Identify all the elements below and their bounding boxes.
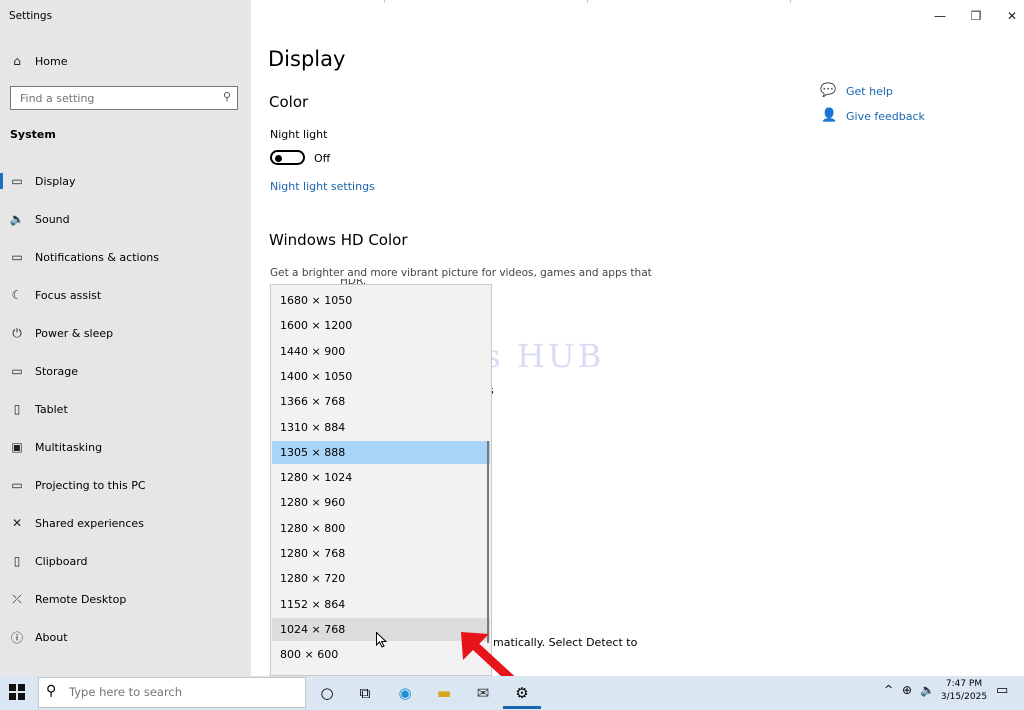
night-light-state: Off [314,152,331,165]
resolution-option[interactable]: 1440 × 900 [272,340,490,363]
night-light-settings-link[interactable]: Night light settings [270,180,375,193]
night-light-label: Night light [270,128,328,141]
sidebar-item-clipboard[interactable]: ▯ Clipboard [0,542,251,580]
window-title: Settings [9,10,53,22]
notification-icon: ▭ [11,250,23,264]
task-view-icon[interactable]: ⧉ [352,680,378,706]
home-icon: ⌂ [13,54,21,68]
tablet-icon: ▯ [13,402,21,416]
search-icon: ⚲ [46,683,57,699]
sidebar-item-projecting-to-this-pc[interactable]: ▭ Projecting to this PC [0,466,251,504]
edge-icon[interactable]: ◉ [392,680,418,706]
give-feedback-link[interactable]: Give feedback [846,110,925,123]
settings-gear-icon[interactable]: ⚙ [509,680,535,706]
sidebar-item-label: Display [35,174,76,188]
sidebar-item-label: About [35,630,68,644]
file-explorer-icon[interactable]: ▬ [431,680,457,706]
chevron-up-icon[interactable]: ^ [884,683,893,696]
sidebar-item-tablet[interactable]: ▯ Tablet [0,390,251,428]
color-heading: Color [269,93,309,111]
power-icon: ⏻ [12,325,22,340]
resolution-option[interactable]: 1280 × 1024 [272,466,490,489]
remote-desktop-icon: ⤫ [12,591,22,606]
resolution-option[interactable]: 1366 × 768 [272,390,490,413]
find-setting-input[interactable] [18,87,212,109]
resolution-option[interactable]: 1680 × 1050 [272,289,490,312]
sidebar-item-multitasking[interactable]: ▣ Multitasking [0,428,251,466]
sidebar-item-remote-desktop[interactable]: ⤫ Remote Desktop [0,580,251,618]
sidebar-item-shared-experiences[interactable]: ✕ Shared experiences [0,504,251,542]
sidebar-item-focus-assist[interactable]: ☾ Focus assist [0,276,251,314]
get-help-link[interactable]: Get help [846,85,893,98]
windows-start-icon[interactable] [9,684,25,700]
sidebar-item-display[interactable]: ▭ Display [0,162,251,200]
taskbar-search[interactable]: ⚲ [38,677,306,708]
minimize-button[interactable]: — [930,6,950,26]
sidebar-item-label: Clipboard [35,554,88,568]
sidebar-item-label: Storage [35,364,79,378]
resolution-option[interactable]: 1280 × 800 [272,517,490,540]
taskbar-search-input[interactable] [67,684,271,700]
dropdown-scrollbar[interactable] [487,441,489,643]
globe-network-icon[interactable]: ⊕ [902,683,912,697]
taskbar-clock[interactable]: 7:47 PM 3/15/2025 [940,678,988,704]
sidebar-item-sound[interactable]: 🔈 Sound [0,200,251,238]
sidebar-item-storage[interactable]: ▭ Storage [0,352,251,390]
resolution-option[interactable]: 1305 × 888 [272,440,490,464]
resolution-option[interactable]: 1310 × 884 [272,416,490,439]
hd-color-description: Get a brighter and more vibrant picture … [270,267,652,279]
clock-date: 3/15/2025 [940,692,988,702]
night-light-toggle[interactable] [270,150,305,165]
sidebar-item-power-sleep[interactable]: ⏻ Power & sleep [0,314,251,352]
resolution-option[interactable]: 1152 × 864 [272,593,490,616]
cortana-icon[interactable]: ○ [314,680,340,706]
clipboard-icon: ▯ [13,554,21,568]
action-center-icon[interactable]: ▭ [996,683,1008,698]
speaker-icon: 🔈 [9,212,25,226]
sidebar-home[interactable]: ⌂ Home [0,42,251,80]
section-label-system: System [10,128,56,141]
home-label: Home [35,54,68,68]
storage-icon: ▭ [11,364,23,378]
toggle-knob [275,154,282,162]
resolution-option[interactable]: 1400 × 1050 [272,365,490,388]
search-icon: ⚲ [222,90,231,103]
close-button[interactable]: ✕ [1002,6,1022,26]
volume-icon[interactable]: 🔈 [920,683,935,697]
sidebar-item-label: Projecting to this PC [35,478,146,492]
active-app-indicator [503,706,541,709]
hd-color-heading: Windows HD Color [269,231,408,249]
find-setting-search[interactable]: ⚲ [10,86,238,110]
mouse-cursor [376,632,387,648]
projecting-icon: ▭ [11,478,23,492]
clock-time: 7:47 PM [945,679,983,689]
sidebar-item-label: Focus assist [35,288,102,302]
sidebar-item-label: Sound [35,212,70,226]
sidebar-item-about[interactable]: ⓘ About [0,618,251,656]
page-title: Display [268,47,346,71]
sidebar-item-label: Tablet [35,402,68,416]
sidebar-item-label: Remote Desktop [35,592,127,606]
chat-help-icon: 💬 [820,83,837,98]
multitasking-icon: ▣ [11,440,23,454]
sidebar-item-label: Multitasking [35,440,103,454]
resolution-option[interactable]: 1280 × 720 [272,567,490,590]
sidebar-item-label: Shared experiences [35,516,144,530]
resolution-dropdown[interactable]: 1680 × 1050 1600 × 1200 1440 × 900 1400 × 1… [270,284,492,676]
shared-icon: ✕ [11,516,23,530]
mail-icon[interactable]: ✉ [470,680,496,706]
sidebar-item-label: Notifications & actions [35,250,160,264]
resolution-option[interactable]: 1280 × 768 [272,542,490,565]
sidebar-item-label: Power & sleep [35,326,114,340]
resolution-option[interactable]: 1600 × 1200 [272,314,490,337]
moon-icon: ☾ [11,288,23,302]
resolution-option[interactable]: 1280 × 960 [272,491,490,514]
info-icon: ⓘ [10,630,23,645]
restore-button[interactable]: ❐ [966,6,986,26]
feedback-person-icon: 👤 [821,108,838,123]
sidebar-item-notifications-actions[interactable]: ▭ Notifications & actions [0,238,251,276]
monitor-icon: ▭ [11,174,23,188]
